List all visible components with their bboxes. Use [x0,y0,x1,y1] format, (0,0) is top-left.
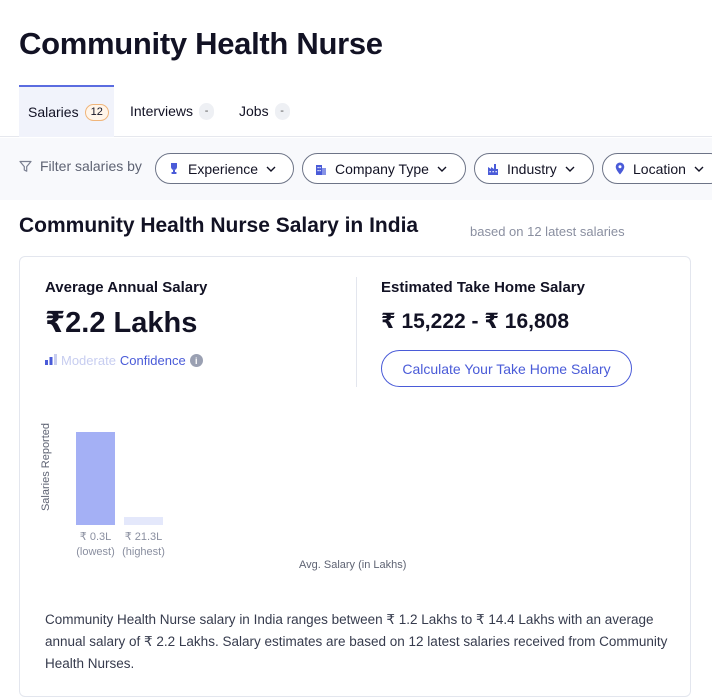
tab-interviews-count: - [199,102,215,120]
tab-interviews-label: Interviews [130,103,194,119]
filter-chip-experience-label: Experience [188,160,259,177]
page-title: Community Health Nurse [19,26,383,61]
salary-card: Average Annual Salary ₹2.2 Lakhs Moderat… [19,256,691,697]
location-pin-icon [615,162,625,175]
filter-label: Filter salaries by [19,158,142,174]
section-subtitle: based on 12 latest salaries [470,224,625,239]
filter-chip-company-type-label: Company Type [335,160,429,177]
chevron-down-icon [694,166,704,172]
tab-jobs-count: - [274,102,290,120]
chart-tick-value: ₹ 21.3L [124,531,163,543]
info-icon[interactable]: i [189,354,203,367]
factory-icon [487,163,499,175]
confidence-level: Moderate [61,353,116,368]
building-icon [315,163,327,175]
chart-bar [124,517,163,525]
chart-tick-note: (lowest) [76,546,115,558]
tab-salaries-label: Salaries [28,104,79,120]
chevron-down-icon [565,166,575,172]
filter-chip-location-label: Location [633,160,686,177]
average-salary-label: Average Annual Salary [45,279,208,296]
salary-description: Community Health Nurse salary in India r… [45,612,668,671]
chart-bar [76,432,115,525]
filter-chip-experience[interactable]: Experience [155,153,294,184]
filter-chip-industry-label: Industry [507,160,557,177]
chart-y-axis-label: Salaries Reported [40,422,52,512]
section-title: Community Health Nurse Salary in India [19,214,419,237]
card-divider [356,277,357,387]
signal-bars-icon [45,353,57,368]
chart-tick-label: ₹ 21.3L (highest) [118,530,169,560]
chart-tick-note: (highest) [122,546,165,558]
filter-chip-location[interactable]: Location [602,153,712,184]
chart-x-axis-label: Avg. Salary (in Lakhs) [299,559,407,571]
chevron-down-icon [266,166,276,172]
filter-bar: Filter salaries by Experience Company Ty… [0,138,712,200]
take-home-value: ₹ 15,222 - ₹ 16,808 [381,310,570,333]
take-home-label: Estimated Take Home Salary [381,279,585,296]
tab-bar: Salaries 12 Interviews - Jobs - [0,85,712,137]
filter-funnel-icon [19,160,32,172]
confidence-label: Confidence [119,353,186,368]
calculate-take-home-button[interactable]: Calculate Your Take Home Salary [381,350,632,387]
chart-tick-value: ₹ 0.3L [79,531,112,543]
filter-chip-industry[interactable]: Industry [474,153,594,184]
tab-salaries-count: 12 [84,103,109,121]
tab-salaries[interactable]: Salaries 12 [19,85,114,137]
tab-jobs-label: Jobs [239,103,269,119]
average-salary-value: ₹2.2 Lakhs [45,307,198,339]
salary-distribution-chart: Salaries Reported Avg. Salary (in Lakhs)… [20,407,690,587]
trophy-icon [168,162,180,175]
chevron-down-icon [437,166,447,172]
chart-tick-label: ₹ 0.3L (lowest) [70,530,121,560]
tab-jobs[interactable]: Jobs - [239,85,290,137]
filter-chip-company-type[interactable]: Company Type [302,153,466,184]
confidence-indicator: Moderate Confidence i [45,353,203,368]
tab-interviews[interactable]: Interviews - [130,85,215,137]
filter-label-text: Filter salaries by [40,158,142,174]
